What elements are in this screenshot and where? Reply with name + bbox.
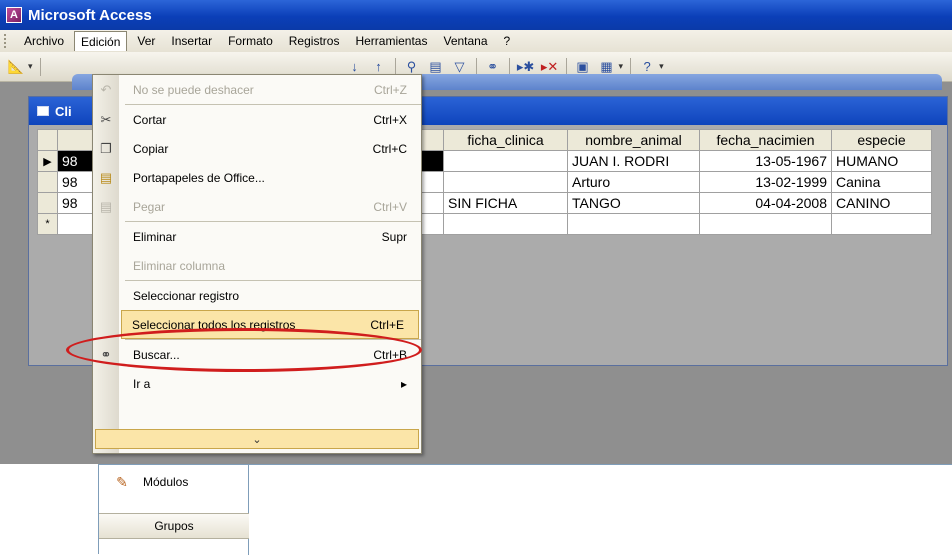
- menu-item-label: Eliminar columna: [133, 258, 226, 273]
- menu-item-find[interactable]: ⚭ Buscar... Ctrl+B: [93, 340, 421, 369]
- submenu-arrow-icon: ▸: [400, 376, 407, 391]
- menu-help[interactable]: ?: [498, 31, 517, 51]
- paste-icon: ▤: [99, 198, 113, 214]
- cell-ficha-clinica[interactable]: SIN FICHA: [443, 192, 568, 214]
- menu-item-shortcut: Ctrl+C: [372, 141, 407, 156]
- database-objects-panel: ✎ Módulos Grupos: [98, 464, 952, 555]
- expand-menu-button[interactable]: ⌄: [95, 429, 419, 449]
- table-window-title: Cli: [55, 103, 72, 119]
- undo-icon: ↶: [100, 81, 112, 97]
- menu-ver[interactable]: Ver: [131, 31, 161, 51]
- groups-button[interactable]: Grupos: [99, 513, 249, 539]
- menubar-grip: [4, 34, 12, 48]
- toolbar-separator: [394, 57, 396, 76]
- clipboard-icon: ▤: [99, 169, 113, 185]
- new-record-selector[interactable]: *: [37, 213, 58, 235]
- column-header-especie[interactable]: especie: [831, 129, 932, 151]
- cell-nombre-animal[interactable]: JUAN I. RODRI: [567, 150, 700, 172]
- cell-fecha-nacimiento[interactable]: 13-02-1999: [699, 171, 832, 193]
- menu-item-label: Portapapeles de Office...: [133, 170, 265, 185]
- cell-especie[interactable]: HUMANO: [831, 150, 932, 172]
- cell-fecha-nacimiento[interactable]: 04-04-2008: [699, 192, 832, 214]
- toolbar-separator: [630, 57, 632, 76]
- record-selector[interactable]: ▶: [37, 150, 58, 172]
- binoculars-icon: ⚭: [100, 346, 112, 362]
- copy-icon: ❐: [100, 140, 112, 156]
- menu-herramientas[interactable]: Herramientas: [349, 31, 433, 51]
- menu-item-label: Buscar...: [133, 347, 180, 362]
- record-selector[interactable]: [37, 192, 58, 214]
- menu-item-shortcut: Supr: [381, 229, 407, 244]
- menu-item-paste[interactable]: ▤ Pegar Ctrl+V: [93, 192, 421, 221]
- cell-fecha-nacimiento[interactable]: 13-05-1967: [699, 150, 832, 172]
- cell-especie[interactable]: [831, 213, 932, 235]
- menu-item-delete-column[interactable]: Eliminar columna: [93, 251, 421, 280]
- groups-label: Grupos: [154, 519, 194, 533]
- cell-especie[interactable]: Canina: [831, 171, 932, 193]
- view-dropdown-icon[interactable]: ▾: [28, 61, 33, 72]
- cell-ficha-clinica[interactable]: [443, 213, 568, 235]
- menu-item-label: Pegar: [133, 199, 166, 214]
- edit-menu-dropdown: ↶ No se puede deshacer Ctrl+Z ✂ Cortar C…: [92, 74, 422, 454]
- menu-item-shortcut: Ctrl+Z: [374, 82, 407, 97]
- menu-item-shortcut: Ctrl+B: [373, 347, 407, 362]
- menu-archivo[interactable]: Archivo: [18, 31, 70, 51]
- menu-bar: Archivo Edición Ver Insertar Formato Reg…: [0, 30, 952, 52]
- record-selector[interactable]: [37, 171, 58, 193]
- menu-item-label: Seleccionar todos los registros: [132, 317, 296, 332]
- view-icon[interactable]: 📐: [5, 56, 27, 78]
- modules-icon: ✎: [116, 473, 128, 490]
- menu-item-undo[interactable]: ↶ No se puede deshacer Ctrl+Z: [93, 75, 421, 104]
- menu-item-select-record[interactable]: Seleccionar registro: [93, 281, 421, 310]
- column-header-nombre-animal[interactable]: nombre_animal: [567, 129, 700, 151]
- toolbar-options-icon[interactable]: ▾: [659, 61, 664, 72]
- access-logo-icon: A: [6, 7, 22, 23]
- scissors-icon: ✂: [100, 111, 112, 127]
- menu-item-label: Eliminar: [133, 229, 177, 244]
- menu-item-label: Ir a: [133, 376, 151, 391]
- cell-especie[interactable]: CANINO: [831, 192, 932, 214]
- column-header-ficha-clinica[interactable]: ficha_clinica: [443, 129, 568, 151]
- cell-nombre-animal[interactable]: Arturo: [567, 171, 700, 193]
- menu-formato[interactable]: Formato: [222, 31, 279, 51]
- nav-modulos-label: Módulos: [143, 475, 189, 489]
- new-object-dropdown-icon[interactable]: ▾: [619, 61, 624, 72]
- title-bar: A Microsoft Access: [0, 0, 952, 30]
- toolbar-separator: [475, 57, 477, 76]
- menu-edicion[interactable]: Edición: [74, 31, 128, 51]
- column-header-fecha-nacimiento[interactable]: fecha_nacimien: [699, 129, 832, 151]
- cell-nombre-animal[interactable]: TANGO: [567, 192, 700, 214]
- menu-item-cut[interactable]: ✂ Cortar Ctrl+X: [93, 105, 421, 134]
- menu-item-delete[interactable]: Eliminar Supr: [93, 222, 421, 251]
- cell-fecha-nacimiento[interactable]: [699, 213, 832, 235]
- menu-item-shortcut: Ctrl+E: [370, 317, 404, 332]
- menu-item-shortcut: Ctrl+V: [373, 199, 407, 214]
- cell-ficha-clinica[interactable]: [443, 171, 568, 193]
- toolbar-separator: [508, 57, 510, 76]
- menu-item-select-all-records[interactable]: Seleccionar todos los registros Ctrl+E: [121, 310, 419, 339]
- table-icon: [37, 106, 49, 116]
- menu-item-shortcut: Ctrl+X: [373, 112, 407, 127]
- cell-ficha-clinica[interactable]: [443, 150, 568, 172]
- objects-nav: ✎ Módulos Grupos: [99, 465, 249, 555]
- app-title: Microsoft Access: [28, 6, 152, 24]
- toolbar-separator: [565, 57, 567, 76]
- menu-item-label: No se puede deshacer: [133, 82, 254, 97]
- menu-item-go-to[interactable]: Ir a ▸: [93, 369, 421, 398]
- select-all-cell[interactable]: [37, 129, 58, 151]
- menu-insertar[interactable]: Insertar: [165, 31, 218, 51]
- menu-item-label: Seleccionar registro: [133, 288, 240, 303]
- menu-registros[interactable]: Registros: [283, 31, 346, 51]
- menu-item-office-clipboard[interactable]: ▤ Portapapeles de Office...: [93, 163, 421, 192]
- menu-ventana[interactable]: Ventana: [437, 31, 493, 51]
- menu-item-label: Copiar: [133, 141, 169, 156]
- chevron-down-icon: ⌄: [252, 433, 262, 446]
- nav-modulos[interactable]: ✎ Módulos: [99, 465, 248, 499]
- menu-item-copy[interactable]: ❐ Copiar Ctrl+C: [93, 134, 421, 163]
- menu-item-label: Cortar: [133, 112, 167, 127]
- toolbar-separator: [39, 57, 41, 76]
- cell-nombre-animal[interactable]: [567, 213, 700, 235]
